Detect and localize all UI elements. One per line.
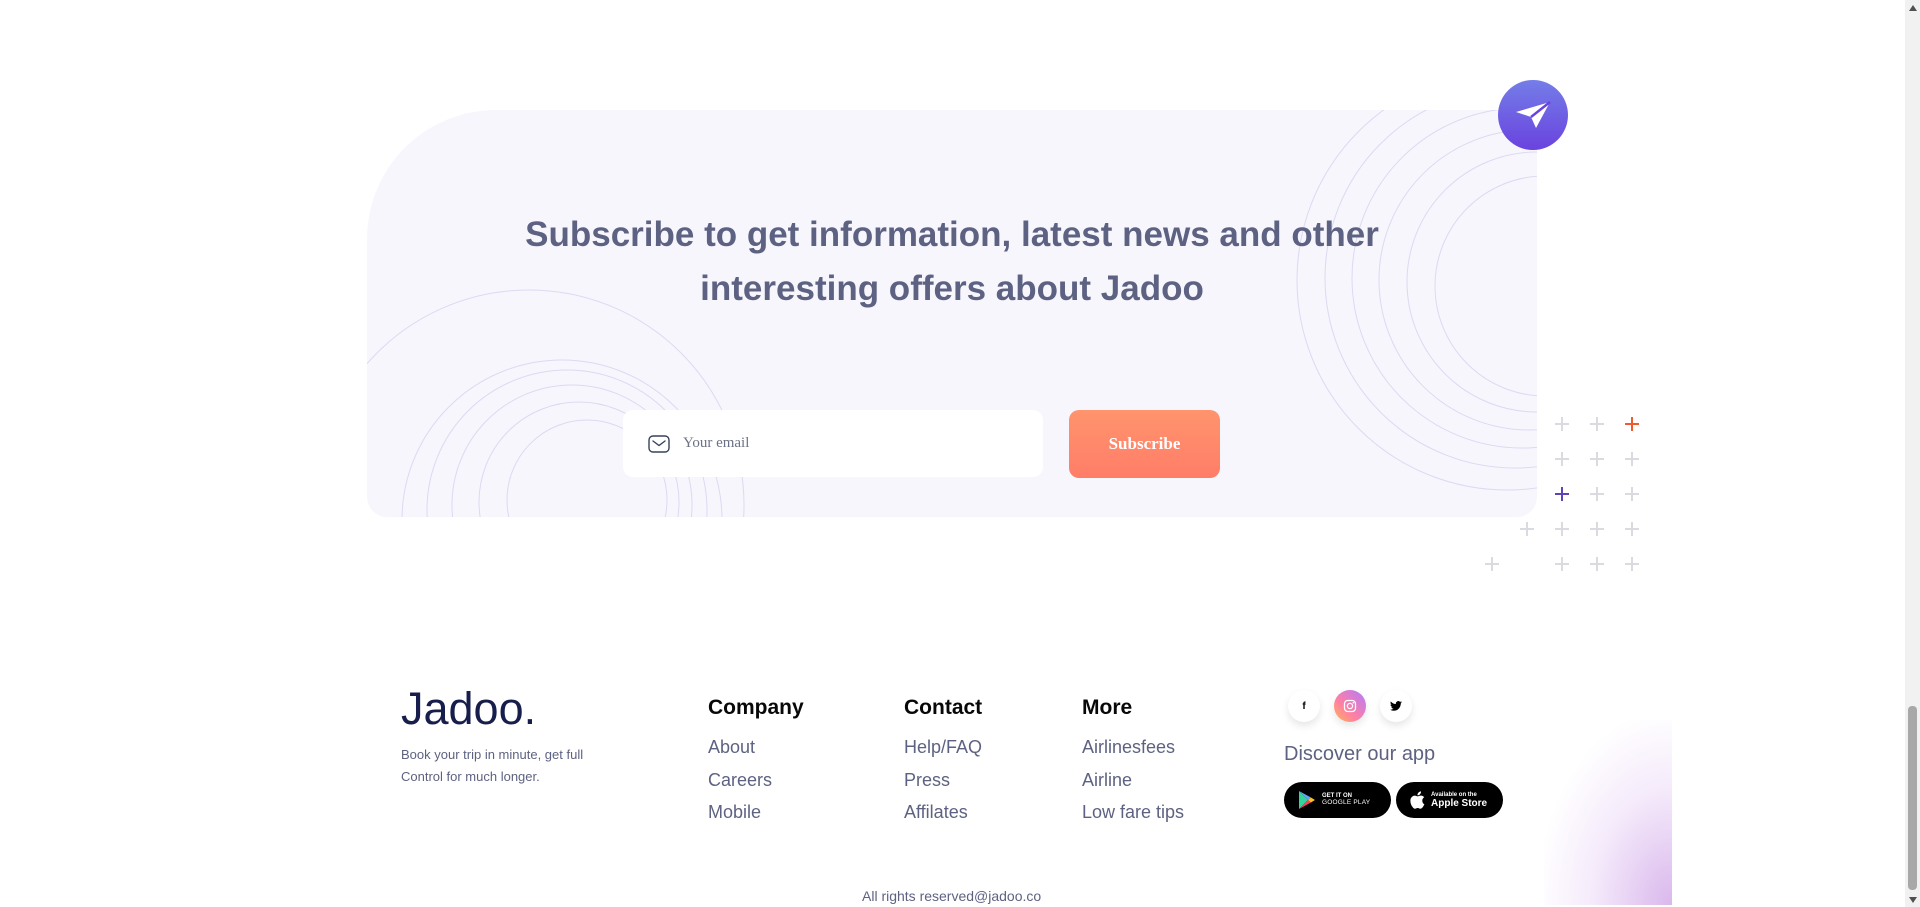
plus-icon	[1554, 416, 1570, 432]
facebook-icon[interactable]: f	[1288, 690, 1320, 722]
send-badge	[1498, 80, 1568, 150]
instagram-icon[interactable]	[1334, 690, 1366, 722]
apple-store-line2: Apple Store	[1431, 797, 1488, 809]
subscribe-title: Subscribe to get information, latest new…	[525, 215, 1379, 308]
plus-icon	[1589, 486, 1605, 502]
subscribe-card: Subscribe to get information, latest new…	[367, 110, 1537, 517]
google-play-icon	[1299, 791, 1315, 809]
apple-icon	[1410, 791, 1425, 809]
plus-icon	[1484, 556, 1500, 572]
footer-link-careers[interactable]: Careers	[708, 764, 804, 797]
corner-gradient-decoration	[1544, 720, 1672, 905]
footer-column-heading: More	[1082, 696, 1133, 719]
mail-icon	[648, 434, 670, 453]
scrollbar-thumb[interactable]	[1908, 706, 1917, 890]
apple-store-line1: Available on the	[1431, 791, 1477, 798]
email-input[interactable]	[683, 423, 1013, 464]
plus-icon	[1519, 521, 1535, 537]
plus-icon	[1624, 486, 1640, 502]
brand-logo[interactable]: Jadoo.	[401, 682, 536, 736]
plus-icon	[1589, 556, 1605, 572]
footer-link-low-fare-tips[interactable]: Low fare tips	[1082, 796, 1184, 829]
plus-pattern-decoration	[1480, 410, 1650, 572]
plus-icon	[1624, 521, 1640, 537]
footer-column-contact: Contact Help/FAQ Press Affilates	[904, 694, 982, 829]
plus-icon	[1554, 556, 1570, 572]
footer-column-company: Company About Careers Mobile	[708, 694, 804, 829]
footer-link-press[interactable]: Press	[904, 764, 982, 797]
send-icon	[1516, 101, 1551, 128]
footer-link-affiliates[interactable]: Affilates	[904, 796, 982, 829]
footer-column-heading: Company	[708, 696, 804, 719]
page: Subscribe to get information, latest new…	[0, 0, 1905, 907]
plus-icon	[1589, 521, 1605, 537]
subscribe-button[interactable]: Subscribe	[1069, 410, 1220, 478]
social-links: f	[1288, 690, 1412, 722]
footer-link-airlinesfees[interactable]: Airlinesfees	[1082, 731, 1184, 764]
footer-link-mobile[interactable]: Mobile	[708, 796, 804, 829]
copyright-text: All rights reserved@jadoo.co	[862, 888, 1042, 904]
scroll-up-arrow-icon[interactable]	[1905, 0, 1920, 15]
footer-column-heading: Contact	[904, 696, 983, 719]
plus-icon	[1554, 521, 1570, 537]
plus-icon	[1624, 416, 1640, 432]
plus-icon	[1554, 486, 1570, 502]
plus-icon	[1624, 556, 1640, 572]
email-field-wrapper[interactable]	[623, 410, 1043, 477]
discover-app-label: Discover our app	[1284, 743, 1436, 765]
plus-icon	[1554, 451, 1570, 467]
footer-column-more: More Airlinesfees Airline Low fare tips	[1082, 694, 1184, 829]
twitter-icon[interactable]	[1380, 690, 1412, 722]
footer-link-airline[interactable]: Airline	[1082, 764, 1184, 797]
app-store-badges: GET IT ON GOOGLE PLAY Available on the A…	[1284, 782, 1503, 818]
google-play-line2: GOOGLE PLAY	[1322, 799, 1371, 807]
plus-icon	[1589, 416, 1605, 432]
scroll-down-arrow-icon[interactable]	[1905, 892, 1920, 907]
vertical-scrollbar[interactable]	[1905, 0, 1920, 907]
apple-store-button[interactable]: Available on the Apple Store	[1396, 782, 1503, 818]
footer-link-about[interactable]: About	[708, 731, 804, 764]
footer-link-help-faq[interactable]: Help/FAQ	[904, 731, 982, 764]
brand-tagline: Book your trip in minute, get full Contr…	[401, 747, 584, 784]
plus-icon	[1624, 451, 1640, 467]
plus-icon	[1589, 451, 1605, 467]
google-play-button[interactable]: GET IT ON GOOGLE PLAY	[1284, 782, 1391, 818]
